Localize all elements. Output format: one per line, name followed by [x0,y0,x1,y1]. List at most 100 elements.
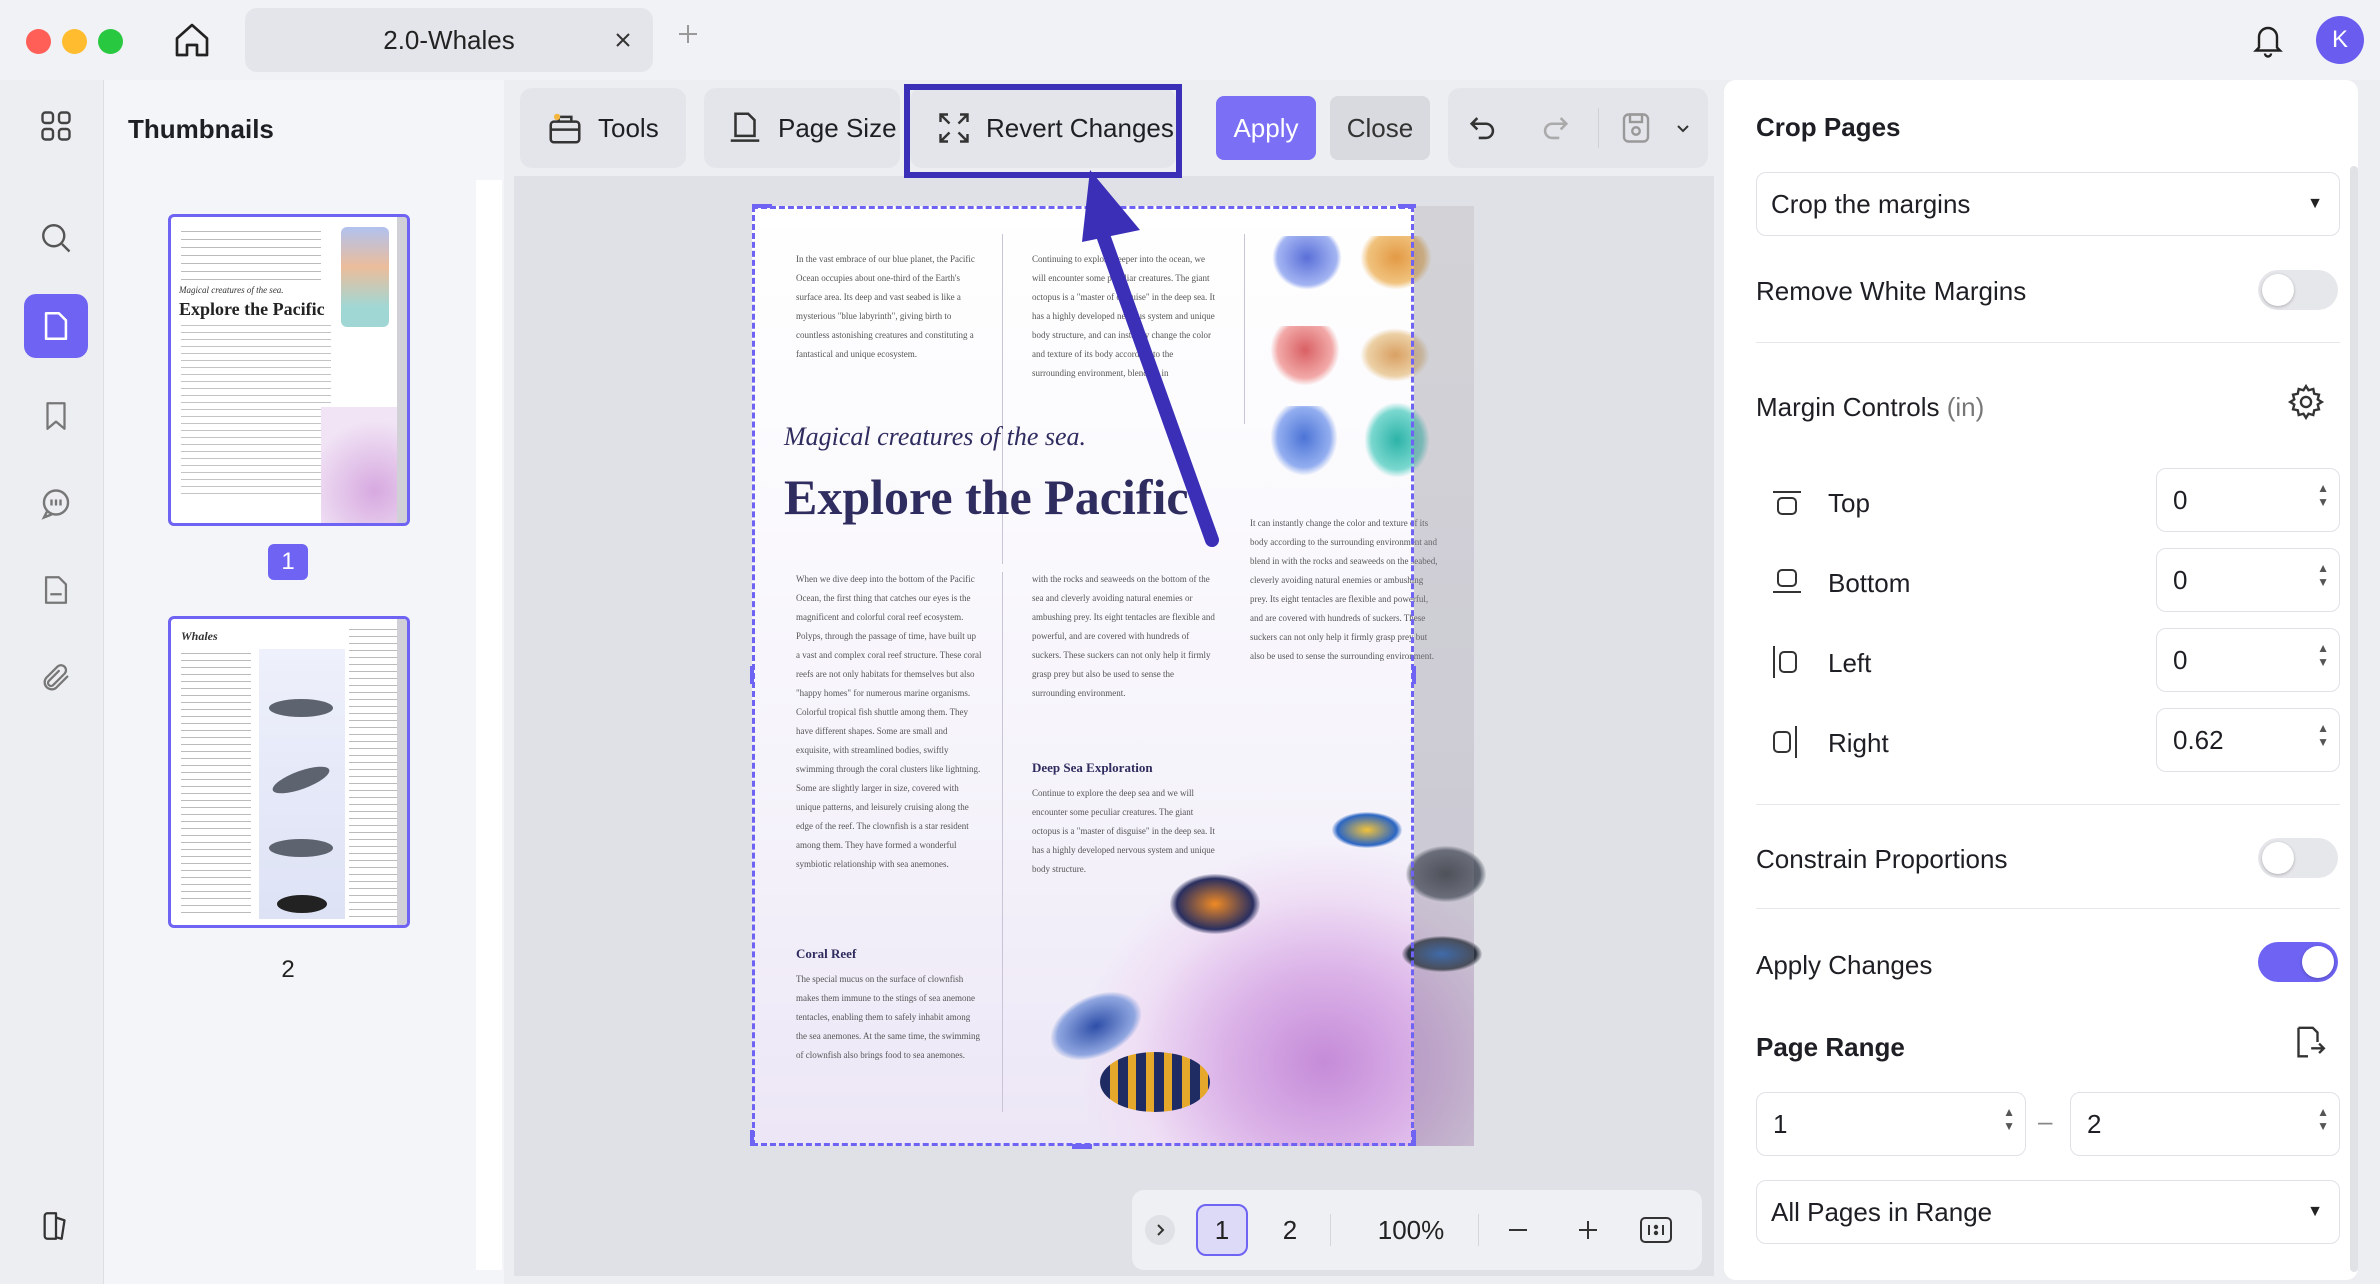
toolbox-icon [546,109,584,147]
caret-down-icon: ▼ [2307,195,2323,212]
page-range-to-value: 2 [2087,1108,2102,1139]
pages-button[interactable] [24,294,88,358]
close-window-button[interactable] [26,29,51,54]
page-size-label: Page Size [778,112,897,143]
grid-icon [41,111,71,141]
margin-left-input[interactable]: 0 ▲ ▼ [2156,628,2340,692]
margin-left-label: Left [1828,648,1872,678]
page-range-from-input[interactable]: 1 ▲ ▼ [1756,1092,2026,1156]
margin-right-label: Right [1828,728,1889,758]
margin-right-value: 0.62 [2173,724,2224,755]
comments-button[interactable] [24,472,88,536]
thumbnail-page-2[interactable]: Whales [168,616,410,928]
margin-top-stepper[interactable]: ▲ ▼ [2317,481,2329,509]
search-button[interactable] [24,206,88,270]
document-tab[interactable]: 2.0-Whales [245,8,653,72]
undo-button[interactable] [1466,88,1500,168]
zoom-out-button[interactable] [1496,1204,1540,1256]
notifications-button[interactable] [2246,18,2290,62]
margin-settings-button[interactable] [2284,380,2328,424]
page-range-to-input[interactable]: 2 ▲ ▼ [2070,1092,2340,1156]
margin-bottom-label: Bottom [1828,568,1911,598]
minus-icon [1509,1229,1527,1231]
tools-button[interactable]: Tools [546,88,659,168]
page-range-from-value: 1 [1773,1108,1788,1139]
apply-changes-label: Apply Changes [1756,950,1933,980]
page-range-scope-select[interactable]: All Pages in Range ▼ [1756,1180,2340,1244]
toolbar-divider [1598,108,1599,148]
thumb-title: Whales [181,629,218,643]
thumbnails-scrollbar[interactable] [476,180,502,1270]
page-swap-icon [2297,1026,2326,1058]
page-range-from-stepper[interactable]: ▲ ▼ [2003,1105,2015,1133]
apply-changes-toggle[interactable] [2258,942,2338,982]
crop-handle-bottom[interactable] [1072,1144,1092,1149]
thumbnails-panel: Thumbnails Magical creatures of the sea.… [104,80,504,1284]
page-2-button[interactable]: 2 [1264,1204,1316,1256]
margin-left-icon [1770,644,1800,685]
page-navigation-bar: 1 2 100% [1132,1190,1702,1270]
margin-bottom-input[interactable]: 0 ▲ ▼ [2156,548,2340,612]
minimize-window-button[interactable] [62,29,87,54]
zoom-in-button[interactable] [1566,1204,1610,1256]
crop-mode-select[interactable]: Crop the margins ▼ [1756,172,2340,236]
save-button[interactable] [1618,88,1654,168]
margin-controls-title: Margin Controls [1756,392,1940,422]
caret-down-icon: ▼ [2307,1203,2323,1220]
redo-icon [1543,117,1569,140]
redo-button[interactable] [1538,88,1572,168]
save-options-dropdown[interactable] [1674,88,1692,168]
bookmarks-button[interactable] [24,384,88,448]
attachments-button[interactable] [24,646,88,710]
plus-icon [679,25,697,43]
crop-handle-right[interactable] [1412,666,1416,684]
apps-grid-button[interactable] [24,94,88,158]
margin-left-value: 0 [2173,644,2188,675]
crop-handle-bottom-right[interactable] [1412,1130,1416,1146]
pager-divider [1478,1214,1479,1246]
actual-size-button[interactable] [1634,1204,1678,1256]
panel-scrollbar[interactable] [2350,166,2358,1272]
save-icon [1622,113,1650,143]
apply-button[interactable]: Apply [1216,96,1316,160]
thumb-text-lines [181,231,321,281]
remove-white-margins-label: Remove White Margins [1756,276,2027,306]
margin-left-stepper[interactable]: ▲ ▼ [2317,641,2329,669]
tab-close-button[interactable] [611,28,635,52]
title-bar: 2.0-Whales K [0,0,2380,80]
margin-right-stepper[interactable]: ▲ ▼ [2317,721,2329,749]
crop-handle-bottom-left[interactable] [750,1130,754,1146]
page-range-scope-value: All Pages in Range [1771,1196,1993,1227]
margin-bottom-stepper[interactable]: ▲ ▼ [2317,561,2329,589]
maximize-window-button[interactable] [98,29,123,54]
chevron-right-icon [1157,1224,1165,1236]
crop-handle-top-right[interactable] [1398,204,1416,208]
home-button[interactable] [168,16,216,64]
home-icon [175,23,209,57]
crop-mode-value: Crop the margins [1771,188,1971,219]
close-button[interactable]: Close [1330,96,1430,160]
left-rail [0,80,104,1284]
margin-right-input[interactable]: 0.62 ▲ ▼ [2156,708,2340,772]
margin-controls-unit: (in) [1946,392,1985,422]
page-size-button[interactable]: Page Size [726,88,897,168]
remove-white-margins-toggle[interactable] [2258,270,2338,310]
expand-pager-button[interactable] [1142,1204,1178,1256]
thumbnails-title: Thumbnails [128,114,274,144]
margin-top-input[interactable]: 0 ▲ ▼ [2156,468,2340,532]
actual-size-icon [1640,1217,1672,1243]
zoom-level[interactable]: 100% [1356,1204,1466,1256]
thumbnail-page-1[interactable]: Magical creatures of the sea. Explore th… [168,214,410,526]
document-tools-button[interactable] [24,558,88,622]
page-range-to-stepper[interactable]: ▲ ▼ [2317,1105,2329,1133]
user-avatar[interactable]: K [2316,16,2364,64]
chevron-down-icon [1677,125,1689,133]
page-1-button[interactable]: 1 [1196,1204,1248,1256]
new-tab-button[interactable] [674,20,702,48]
page-range-swap-button[interactable] [2286,1020,2330,1064]
crop-handle-top-left[interactable] [752,204,772,208]
themes-button[interactable] [24,1194,88,1258]
thumbnail-page-number-2: 2 [281,956,295,983]
constrain-proportions-toggle[interactable] [2258,838,2338,878]
crop-handle-left[interactable] [750,666,754,684]
